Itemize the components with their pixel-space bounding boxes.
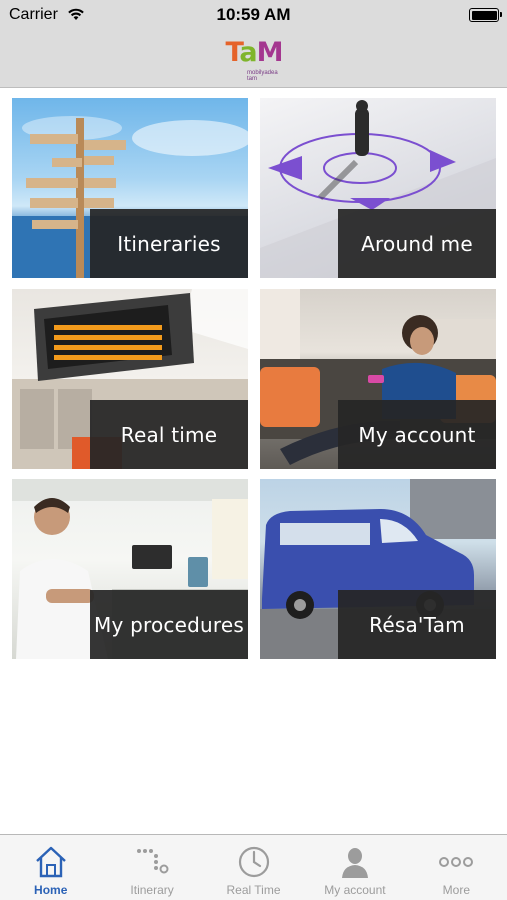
around-me-label: Around me xyxy=(361,231,473,256)
around-me-label-box: Around me xyxy=(338,209,496,278)
navigation-bar: TaM mobilyadea tam xyxy=(0,30,507,88)
home-icon xyxy=(33,844,69,880)
itineraries-label-box: Itineraries xyxy=(90,209,248,278)
real-time-tile[interactable]: Real time xyxy=(12,289,248,469)
itineraries-label: Itineraries xyxy=(117,231,221,256)
resa-tam-label: Résa'Tam xyxy=(369,612,465,637)
resa-tam-tile[interactable]: Résa'Tam xyxy=(260,479,496,659)
tab-label: Itinerary xyxy=(130,883,174,897)
around-me-tile[interactable]: Around me xyxy=(260,98,496,278)
tab-label: My account xyxy=(324,883,386,897)
tab-real-time[interactable]: Real Time xyxy=(203,835,304,900)
tab-label: Home xyxy=(34,883,68,897)
logo-letter: M xyxy=(256,37,284,68)
logo-tagline: mobilyadea tam xyxy=(247,70,278,82)
my-account-label: My account xyxy=(358,422,476,447)
my-account-tile[interactable]: My account xyxy=(260,289,496,469)
tab-my-account[interactable]: My account xyxy=(304,835,405,900)
tab-label: More xyxy=(442,883,470,897)
tam-logo: TaM mobilyadea tam xyxy=(219,37,289,82)
my-procedures-label-box: My procedures xyxy=(90,590,248,659)
logo-letter: a xyxy=(239,37,257,68)
route-icon xyxy=(134,844,170,880)
status-time: 10:59 AM xyxy=(216,5,291,24)
tab-label: Real Time xyxy=(226,883,281,897)
itineraries-tile[interactable]: Itineraries xyxy=(12,98,248,278)
my-procedures-label: My procedures xyxy=(94,612,244,637)
real-time-label: Real time xyxy=(120,422,218,447)
user-icon xyxy=(337,844,373,880)
tab-itinerary[interactable]: Itinerary xyxy=(101,835,202,900)
tab-more[interactable]: More xyxy=(406,835,507,900)
tab-home[interactable]: Home xyxy=(0,835,101,900)
tab-bar: Home Itinerary Real Time My account More xyxy=(0,834,507,900)
my-procedures-tile[interactable]: My procedures xyxy=(12,479,248,659)
my-account-label-box: My account xyxy=(338,400,496,469)
more-icon xyxy=(438,844,474,880)
status-bar: Carrier 10:59 AM xyxy=(0,0,507,30)
clock-icon xyxy=(236,844,272,880)
real-time-label-box: Real time xyxy=(90,400,248,469)
battery-icon xyxy=(469,8,502,22)
resa-tam-label-box: Résa'Tam xyxy=(338,590,496,659)
logo-letter: T xyxy=(225,37,240,68)
